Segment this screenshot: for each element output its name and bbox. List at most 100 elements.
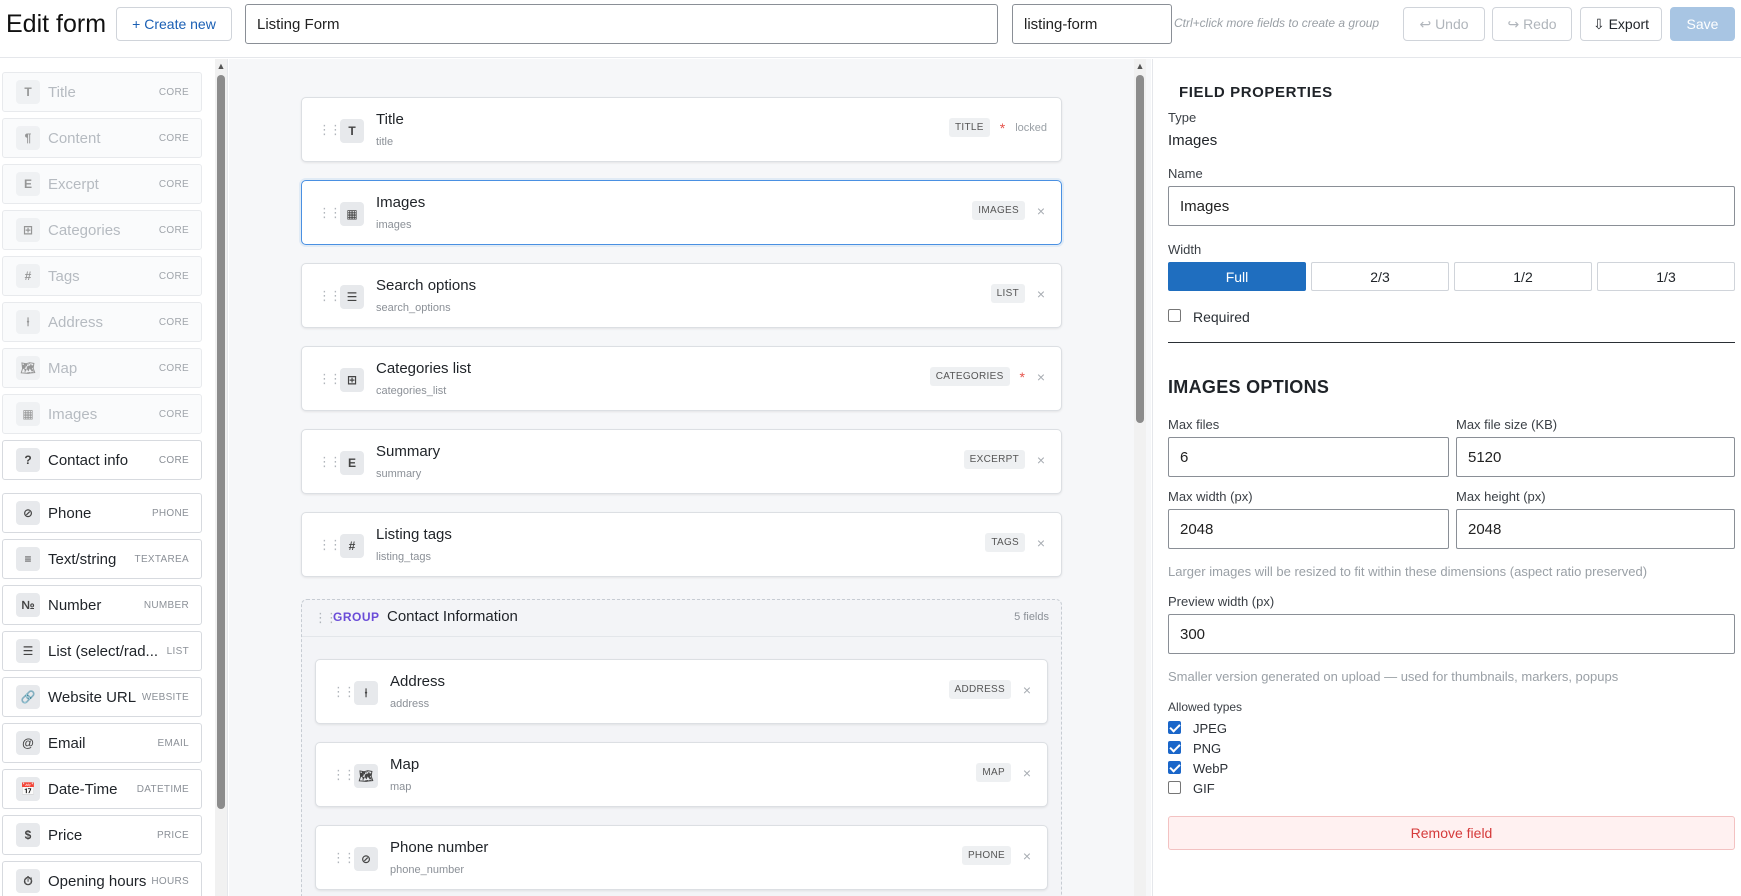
- remove-field-icon[interactable]: ×: [1035, 535, 1047, 551]
- remove-field-icon[interactable]: ×: [1035, 452, 1047, 468]
- palette-item-label: Contact info: [48, 451, 129, 469]
- palette-item-number[interactable]: № Number NUMBER: [2, 585, 202, 625]
- palette-item-images[interactable]: ▦ Images CORE: [2, 394, 202, 434]
- remove-field-icon[interactable]: ×: [1035, 203, 1047, 219]
- field-type-badge: MAP: [976, 763, 1011, 782]
- canvas-scroll-thumb[interactable]: [1136, 75, 1144, 423]
- drag-handle-icon[interactable]: ⋮⋮: [332, 684, 356, 700]
- allowed-types-label: Allowed types: [1168, 700, 1243, 714]
- scroll-up-icon[interactable]: ▲: [1135, 61, 1145, 71]
- pin-icon: ⍿: [354, 681, 378, 705]
- form-field-address[interactable]: ⋮⋮ ⍿ Address address ADDRESS ×: [315, 659, 1048, 724]
- field-label: Categories list: [376, 360, 472, 377]
- type-png-label: PNG: [1193, 741, 1222, 756]
- canvas-scrollbar[interactable]: ▲: [1134, 59, 1146, 896]
- remove-field-icon[interactable]: ×: [1021, 848, 1033, 864]
- field-key: listing_tags: [376, 551, 432, 563]
- type-webp-checkbox[interactable]: [1168, 761, 1181, 774]
- remove-field-icon[interactable]: ×: [1021, 765, 1033, 781]
- preview-width-input[interactable]: [1168, 614, 1735, 654]
- field-type-badge: TAGS: [985, 533, 1025, 552]
- section-divider: [1168, 342, 1735, 343]
- palette-item-excerpt[interactable]: E Excerpt CORE: [2, 164, 202, 204]
- palette-item-opening-hours[interactable]: ⏱ Opening hours HOURS: [2, 861, 202, 896]
- field-group-contact-information[interactable]: ⋮⋮ GROUP Contact Information 5 fields ⋮⋮…: [301, 599, 1062, 896]
- drag-handle-icon[interactable]: ⋮⋮: [318, 454, 342, 470]
- field-key: map: [390, 781, 412, 793]
- palette-item-text-string[interactable]: ≡ Text/string TEXTAREA: [2, 539, 202, 579]
- text-icon: T: [340, 119, 364, 143]
- remove-field-button[interactable]: Remove field: [1168, 816, 1735, 850]
- palette-item-email[interactable]: @ Email EMAIL: [2, 723, 202, 763]
- palette-item-date-time[interactable]: 📅 Date-Time DATETIME: [2, 769, 202, 809]
- max-files-input[interactable]: [1168, 437, 1449, 477]
- properties-heading: FIELD PROPERTIES: [1179, 84, 1333, 101]
- undo-button[interactable]: ↩ Undo: [1403, 7, 1485, 41]
- drag-handle-icon[interactable]: ⋮⋮: [318, 288, 342, 304]
- form-slug-input[interactable]: [1012, 4, 1172, 44]
- palette-scrollbar[interactable]: ▲: [215, 59, 227, 896]
- field-key: images: [376, 219, 412, 231]
- palette-scroll-thumb[interactable]: [217, 75, 225, 809]
- width-two-thirds-button[interactable]: 2/3: [1311, 262, 1449, 291]
- palette-item-tags[interactable]: # Tags CORE: [2, 256, 202, 296]
- resize-hint: Larger images will be resized to fit wit…: [1168, 564, 1648, 579]
- form-field-title[interactable]: ⋮⋮ T Title title TITLE * locked: [301, 97, 1062, 162]
- remove-field-icon[interactable]: ×: [1035, 286, 1047, 302]
- palette-item-phone[interactable]: ⊘ Phone PHONE: [2, 493, 202, 533]
- form-field-summary[interactable]: ⋮⋮ E Summary summary EXCERPT ×: [301, 429, 1062, 494]
- create-new-button[interactable]: + Create new: [116, 7, 232, 41]
- palette-item-contact-info[interactable]: ? Contact info CORE: [2, 440, 202, 480]
- palette-item-content[interactable]: ¶ Content CORE: [2, 118, 202, 158]
- form-field-phone-number[interactable]: ⋮⋮ ⊘ Phone number phone_number PHONE ×: [315, 825, 1048, 890]
- width-half-button[interactable]: 1/2: [1454, 262, 1592, 291]
- remove-field-icon[interactable]: ×: [1021, 682, 1033, 698]
- form-field-listing-tags[interactable]: ⋮⋮ # Listing tags listing_tags TAGS ×: [301, 512, 1062, 577]
- type-png-checkbox[interactable]: [1168, 741, 1181, 754]
- field-key: search_options: [376, 302, 451, 314]
- form-field-search-options[interactable]: ⋮⋮ ☰ Search options search_options LIST …: [301, 263, 1062, 328]
- remove-field-icon[interactable]: ×: [1035, 369, 1047, 385]
- width-third-button[interactable]: 1/3: [1597, 262, 1735, 291]
- type-jpeg-checkbox[interactable]: [1168, 721, 1181, 734]
- export-button[interactable]: ⇩ Export: [1580, 7, 1662, 41]
- form-field-map[interactable]: ⋮⋮ 🗺 Map map MAP ×: [315, 742, 1048, 807]
- width-full-button[interactable]: Full: [1168, 262, 1306, 291]
- form-field-categories-list[interactable]: ⋮⋮ ⊞ Categories list categories_list CAT…: [301, 346, 1062, 411]
- drag-handle-icon[interactable]: ⋮⋮: [318, 205, 342, 221]
- drag-handle-icon[interactable]: ⋮⋮: [318, 537, 342, 553]
- form-name-input[interactable]: [245, 4, 998, 44]
- max-width-input[interactable]: [1168, 509, 1449, 549]
- max-height-input[interactable]: [1456, 509, 1735, 549]
- type-value: Images: [1168, 132, 1218, 149]
- drag-handle-icon[interactable]: ⋮⋮: [332, 767, 356, 783]
- required-checkbox[interactable]: [1168, 309, 1181, 322]
- palette-item-title[interactable]: T Title CORE: [2, 72, 202, 112]
- drag-handle-icon[interactable]: ⋮⋮: [318, 122, 342, 138]
- palette-item-tag: CORE: [158, 316, 189, 328]
- field-label: Phone number: [390, 839, 489, 856]
- drag-handle-icon[interactable]: ⋮⋮: [318, 371, 342, 387]
- palette-item-website-url[interactable]: 🔗 Website URL WEBSITE: [2, 677, 202, 717]
- group-header[interactable]: ⋮⋮ GROUP Contact Information 5 fields: [302, 600, 1061, 637]
- field-type-badge: TITLE: [949, 118, 990, 137]
- max-file-size-input[interactable]: [1456, 437, 1735, 477]
- palette-item-map[interactable]: 🗺 Map CORE: [2, 348, 202, 388]
- question-icon: ?: [16, 448, 40, 472]
- field-properties-panel: FIELD PROPERTIES Type Images Name Width …: [1152, 59, 1741, 896]
- group-keyword: GROUP: [333, 610, 380, 624]
- palette-item-list[interactable]: ☰ List (select/rad... LIST: [2, 631, 202, 671]
- palette-item-address[interactable]: ⍿ Address CORE: [2, 302, 202, 342]
- form-field-images[interactable]: ⋮⋮ ▦ Images images IMAGES ×: [301, 180, 1062, 245]
- name-input[interactable]: [1168, 186, 1735, 226]
- width-label: Width: [1168, 242, 1202, 257]
- phone-icon: ⊘: [16, 501, 40, 525]
- palette-item-price[interactable]: $ Price PRICE: [2, 815, 202, 855]
- drag-handle-icon[interactable]: ⋮⋮: [332, 850, 356, 866]
- redo-button[interactable]: ↪ Redo: [1492, 7, 1572, 41]
- palette-item-categories[interactable]: ⊞ Categories CORE: [2, 210, 202, 250]
- max-file-size-label: Max file size (KB): [1456, 417, 1558, 432]
- scroll-up-icon[interactable]: ▲: [216, 61, 226, 71]
- type-gif-checkbox[interactable]: [1168, 781, 1181, 794]
- save-button[interactable]: Save: [1670, 7, 1735, 41]
